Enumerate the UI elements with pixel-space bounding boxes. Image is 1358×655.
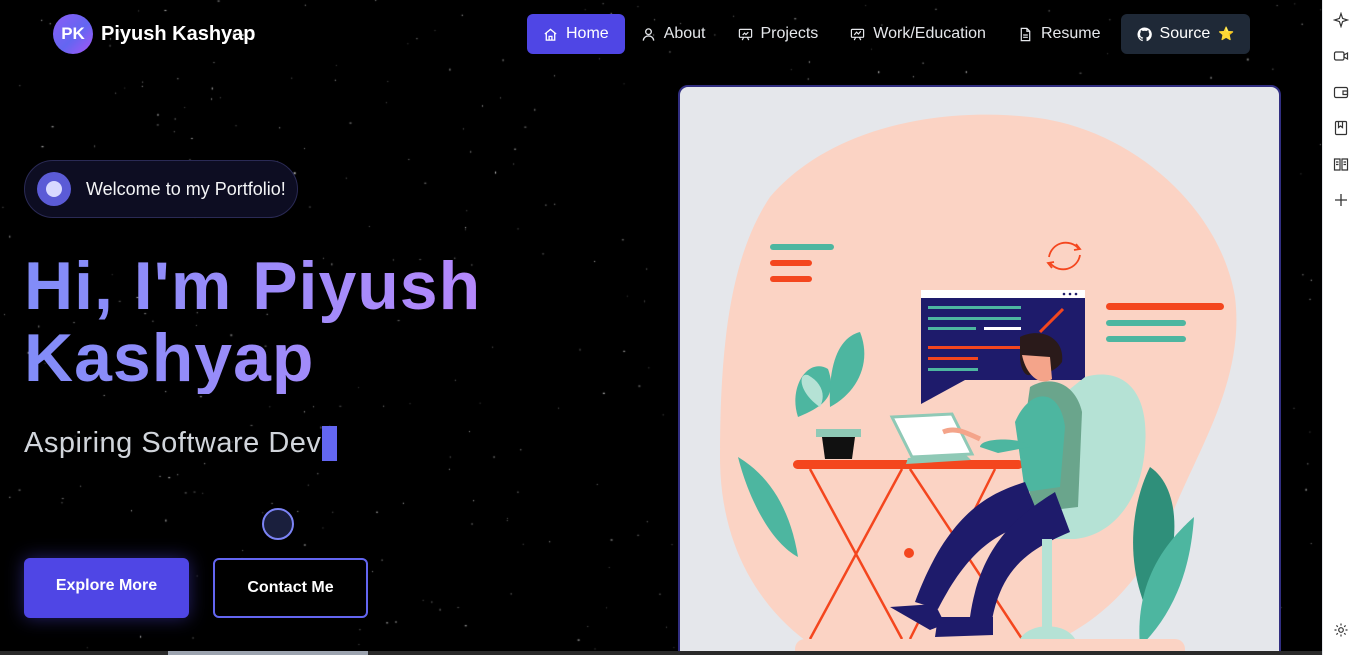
typewriter-text: Aspiring Software Dev — [24, 427, 322, 459]
github-icon — [1137, 26, 1152, 41]
video-icon[interactable] — [1333, 48, 1349, 64]
browser-side-toolbar — [1322, 0, 1358, 655]
nav-resume[interactable]: Resume — [1002, 14, 1117, 54]
settings-icon[interactable] — [1333, 622, 1349, 638]
horizontal-scrollbar[interactable] — [0, 651, 1322, 655]
brand-logo: PK — [53, 14, 93, 54]
presentation-chart-icon — [851, 28, 865, 40]
nav-resume-label: Resume — [1040, 25, 1101, 42]
scroll-indicator-dot — [262, 508, 294, 540]
home-icon — [544, 27, 557, 41]
contact-me-button[interactable]: Contact Me — [213, 558, 368, 618]
nav-projects-label: Projects — [760, 25, 819, 42]
main-nav: Home About Projects Work/Education Resum… — [527, 14, 1251, 54]
wallet-icon[interactable] — [1333, 84, 1349, 100]
hero-title-line2: Kashyap — [24, 320, 315, 396]
pill-dot-icon — [37, 172, 71, 206]
explore-more-button[interactable]: Explore More — [24, 558, 189, 618]
brand-name: Piyush Kashyap — [101, 22, 256, 45]
nav-home-label: Home — [566, 25, 609, 42]
nav-about-label: About — [663, 25, 706, 42]
brand[interactable]: PK Piyush Kashyap — [53, 14, 256, 54]
user-icon — [642, 27, 654, 41]
sparkle-icon[interactable] — [1333, 12, 1349, 28]
nav-home[interactable]: Home — [527, 14, 625, 54]
book-icon[interactable] — [1333, 156, 1349, 172]
hero-subtitle: Aspiring Software Dev — [24, 426, 338, 461]
nav-source-button[interactable]: Source ⭐ — [1120, 14, 1251, 54]
welcome-badge: Welcome to my Portfolio! — [24, 160, 298, 218]
hero-title: Hi, I'm Piyush Kashyap — [24, 250, 584, 394]
hero-title-line1: Hi, I'm Piyush — [24, 248, 482, 324]
presentation-icon — [738, 28, 752, 40]
nav-about[interactable]: About — [625, 14, 722, 54]
document-icon — [1020, 27, 1031, 41]
nav-source-label: Source — [1159, 25, 1211, 42]
plus-icon[interactable] — [1333, 192, 1349, 208]
welcome-text: Welcome to my Portfolio! — [86, 178, 286, 199]
nav-work-education-label: Work/Education — [873, 25, 986, 42]
nav-work-education[interactable]: Work/Education — [834, 14, 1002, 54]
typing-cursor — [322, 426, 338, 461]
hero-illustration-card — [678, 85, 1281, 655]
scrollbar-thumb[interactable] — [168, 651, 368, 655]
bookmark-icon[interactable] — [1333, 120, 1349, 136]
star-icon: ⭐ — [1218, 26, 1235, 41]
nav-projects[interactable]: Projects — [722, 14, 835, 54]
developer-illustration — [720, 114, 1237, 655]
